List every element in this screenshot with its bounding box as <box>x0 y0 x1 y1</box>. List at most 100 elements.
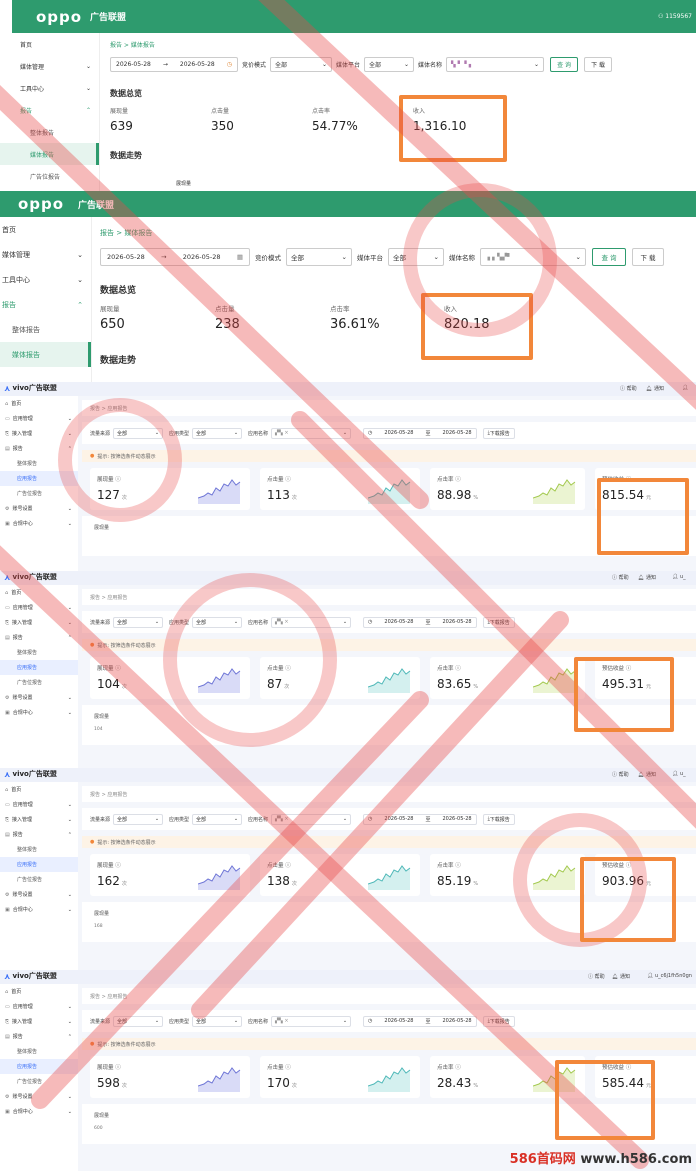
notice-link[interactable]: 🔔︎ 通知 <box>638 771 656 778</box>
sidebar-item-tools[interactable]: 工具中心 ⌄ <box>0 77 99 99</box>
date-range-picker[interactable]: ◷ 2026-05-28 至 2026-05-28 <box>363 616 477 628</box>
date-range-picker[interactable]: ◷ 2026-05-28 至 2026-05-28 <box>363 813 477 825</box>
sidebar-item-adslot-report[interactable]: 广告位报告 <box>0 165 99 187</box>
help-link[interactable]: ⓘ 帮助 <box>612 771 629 778</box>
sidebar-item-overall-report[interactable]: 整体报告 <box>0 121 99 143</box>
sidebar-item-7[interactable]: ⚙ 账号设置 ⌄ <box>0 690 78 705</box>
sidebar-item-2[interactable]: ⎘ 接入管理 ⌄ <box>0 812 78 827</box>
sidebar-item-reports[interactable]: 报告 ⌃ <box>0 99 99 121</box>
sidebar-item-7[interactable]: ⚙ 账号设置 ⌄ <box>0 887 78 902</box>
sidebar-item-home[interactable]: 首页 <box>0 33 99 55</box>
traffic-source-select[interactable]: 全部 ⌄ <box>113 1015 164 1027</box>
help-link[interactable]: ⓘ 帮助 <box>612 574 629 581</box>
app-name-select[interactable]: ▞▚ × ⌄ <box>271 616 352 628</box>
user-account[interactable]: ⚇ 1159567 <box>658 13 692 20</box>
sidebar-item-4[interactable]: 整体报告 <box>0 1044 78 1059</box>
date-range-picker[interactable]: 2026-05-28 → 2026-05-28 ◷ <box>110 57 238 72</box>
sidebar-item-4[interactable]: 整体报告 <box>0 456 78 471</box>
breadcrumb[interactable]: 报告 > 应用报告 <box>82 988 696 1004</box>
media-name-select[interactable]: ▗ ▖▚▞▘ ⌄ <box>480 248 586 266</box>
breadcrumb[interactable]: 报告 > 应用报告 <box>82 400 696 416</box>
user-account[interactable]: 👤︎ u_ <box>672 771 686 777</box>
sidebar-item-1[interactable]: ▭ 应用管理 ⌄ <box>0 797 78 812</box>
sidebar-item-0[interactable]: ⌂ 首页 <box>0 984 78 999</box>
sidebar-item-6[interactable]: 广告位报告 <box>0 1074 78 1089</box>
sidebar-item-1[interactable]: ▭ 应用管理 ⌄ <box>0 600 78 615</box>
breadcrumb[interactable]: 报告 > 媒体报告 <box>100 228 152 238</box>
notice-link[interactable]: 🔔︎ 通知 <box>646 385 664 392</box>
sidebar-item-media[interactable]: 媒体管理 ⌄ <box>0 242 91 267</box>
bid-mode-select[interactable]: 全部 ⌄ <box>286 248 352 266</box>
app-name-select[interactable]: ▞▚ × ⌄ <box>271 813 352 825</box>
sidebar-item-8[interactable]: ▣ 合规中心 ⌄ <box>0 902 78 917</box>
sidebar-item-reports[interactable]: 报告 ⌃ <box>0 292 91 317</box>
sidebar-item-8[interactable]: ▣ 合规中心 ⌄ <box>0 1104 78 1119</box>
app-name-select[interactable]: ▞▚ × ⌄ <box>271 1015 352 1027</box>
sidebar-item-media-report[interactable]: 媒体报告 <box>0 143 99 165</box>
sidebar-item-7[interactable]: ⚙ 账号设置 ⌄ <box>0 1089 78 1104</box>
sidebar-item-1[interactable]: ▭ 应用管理 ⌄ <box>0 999 78 1014</box>
platform-select[interactable]: 全部 ⌄ <box>364 57 415 72</box>
sidebar-item-2[interactable]: ⎘ 接入管理 ⌄ <box>0 1014 78 1029</box>
sidebar-item-7[interactable]: ⚙ 账号设置 ⌄ <box>0 501 78 516</box>
sidebar-item-media-report[interactable]: 媒体报告 <box>0 342 91 367</box>
notice-link[interactable]: 🔔︎ 通知 <box>638 574 656 581</box>
download-report-button[interactable]: ⤓ 下载报告 <box>482 427 515 439</box>
platform-select[interactable]: 全部 ⌄ <box>388 248 444 266</box>
sidebar-item-5[interactable]: 应用报告 <box>0 660 78 675</box>
traffic-source-select[interactable]: 全部 ⌄ <box>113 427 164 439</box>
sidebar-item-3[interactable]: ▤ 报告 ⌃ <box>0 1029 78 1044</box>
sidebar-item-0[interactable]: ⌂ 首页 <box>0 782 78 797</box>
sidebar-item-5[interactable]: 应用报告 <box>0 1059 78 1074</box>
download-button[interactable]: 下 载 <box>632 248 664 266</box>
app-type-select[interactable]: 全部 ⌄ <box>192 616 243 628</box>
sidebar-item-1[interactable]: ▭ 应用管理 ⌄ <box>0 411 78 426</box>
app-name-select[interactable]: ▞▚ × ⌄ <box>271 427 352 439</box>
sidebar-item-3[interactable]: ▤ 报告 ⌃ <box>0 630 78 645</box>
sidebar-item-8[interactable]: ▣ 合规中心 ⌄ <box>0 705 78 720</box>
notice-link[interactable]: 🔔︎ 通知 <box>612 973 630 980</box>
sidebar-item-8[interactable]: ▣ 合规中心 ⌄ <box>0 516 78 531</box>
sidebar-item-5[interactable]: 应用报告 <box>0 857 78 872</box>
breadcrumb[interactable]: 报告 > 应用报告 <box>82 786 696 802</box>
sidebar-item-3[interactable]: ▤ 报告 ⌃ <box>0 827 78 842</box>
traffic-source-select[interactable]: 全部 ⌄ <box>113 616 164 628</box>
sidebar-item-tools[interactable]: 工具中心 ⌄ <box>0 267 91 292</box>
date-range-picker[interactable]: ◷ 2026-05-28 至 2026-05-28 <box>363 1015 477 1027</box>
sidebar-item-3[interactable]: ▤ 报告 ⌃ <box>0 441 78 456</box>
sidebar-item-home[interactable]: 首页 <box>0 217 91 242</box>
sidebar-item-4[interactable]: 整体报告 <box>0 645 78 660</box>
traffic-source-select[interactable]: 全部 ⌄ <box>113 813 164 825</box>
user-account[interactable]: 👤︎ <box>682 385 688 391</box>
download-report-button[interactable]: ⤓ 下载报告 <box>482 1015 515 1027</box>
sidebar-item-media[interactable]: 媒体管理 ⌄ <box>0 55 99 77</box>
sidebar-item-4[interactable]: 整体报告 <box>0 842 78 857</box>
sidebar-item-6[interactable]: 广告位报告 <box>0 486 78 501</box>
breadcrumb[interactable]: 报告 > 媒体报告 <box>110 40 155 49</box>
help-link[interactable]: ⓘ 帮助 <box>620 385 637 392</box>
sidebar-item-6[interactable]: 广告位报告 <box>0 872 78 887</box>
bid-mode-select[interactable]: 全部 ⌄ <box>270 57 333 72</box>
user-account[interactable]: 👤︎ u_c6j1fh5n0gn <box>647 973 692 979</box>
download-report-button[interactable]: ⤓ 下载报告 <box>482 813 515 825</box>
app-type-select[interactable]: 全部 ⌄ <box>192 1015 243 1027</box>
breadcrumb[interactable]: 报告 > 应用报告 <box>82 589 696 605</box>
download-button[interactable]: 下 载 <box>584 57 613 72</box>
app-type-select[interactable]: 全部 ⌄ <box>192 813 243 825</box>
help-link[interactable]: ⓘ 帮助 <box>588 973 605 980</box>
sidebar-item-6[interactable]: 广告位报告 <box>0 675 78 690</box>
query-button[interactable]: 查 询 <box>592 248 626 266</box>
user-account[interactable]: 👤︎ u_ <box>672 574 686 580</box>
media-name-select[interactable]: ▚ ▘▝ ▖ ⌄ <box>446 57 545 72</box>
date-range-picker[interactable]: 2026-05-28 → 2026-05-28 ▦ <box>100 248 250 266</box>
sidebar-item-overall-report[interactable]: 整体报告 <box>0 317 91 342</box>
sidebar-item-2[interactable]: ⎘ 接入管理 ⌄ <box>0 615 78 630</box>
sidebar-item-5[interactable]: 应用报告 <box>0 471 78 486</box>
date-range-picker[interactable]: ◷ 2026-05-28 至 2026-05-28 <box>363 427 477 439</box>
sidebar-item-0[interactable]: ⌂ 首页 <box>0 396 78 411</box>
app-type-select[interactable]: 全部 ⌄ <box>192 427 243 439</box>
query-button[interactable]: 查 询 <box>550 57 579 72</box>
sidebar-item-2[interactable]: ⎘ 接入管理 ⌄ <box>0 426 78 441</box>
sidebar-item-0[interactable]: ⌂ 首页 <box>0 585 78 600</box>
download-report-button[interactable]: ⤓ 下载报告 <box>482 616 515 628</box>
